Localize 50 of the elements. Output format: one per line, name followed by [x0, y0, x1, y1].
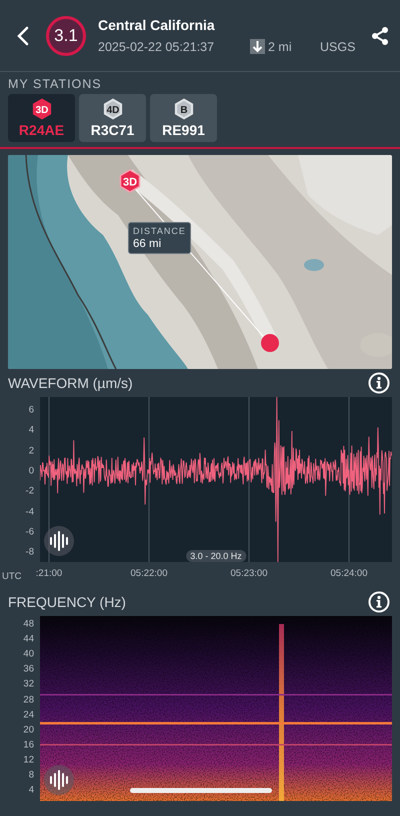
axis-tick-label: 05:22:00 — [130, 568, 168, 579]
station-badge: B — [172, 98, 194, 120]
axis-tick-label: 28 — [23, 694, 34, 705]
axis-tick-label: :21:00 — [36, 568, 62, 579]
station-tab[interactable]: 4D R3C71 — [79, 94, 146, 142]
axis-tick-label: 12 — [23, 754, 34, 766]
station-tab[interactable]: 3D R24AE — [8, 94, 75, 142]
axis-tick-label: 4 — [28, 784, 34, 796]
filter-label: 3.0 - 20.0 Hz — [186, 550, 246, 562]
axis-tick-label: -6 — [26, 526, 34, 538]
station-badge: 4D — [102, 98, 124, 120]
axis-tick-label: 24 — [23, 709, 34, 720]
source-label: USGS — [320, 40, 356, 54]
info-icon[interactable] — [368, 591, 390, 613]
depth-icon — [250, 39, 265, 54]
section-label: MY STATIONS — [7, 76, 103, 93]
axis-tick-label: 6 — [28, 404, 34, 416]
axis-tick-label: 48 — [23, 618, 34, 630]
axis-tick-label: -8 — [26, 546, 34, 558]
axis-tick-label: 4 — [28, 424, 34, 436]
axis-tick-label: 20 — [23, 724, 34, 736]
axis-tick-label: -4 — [26, 506, 34, 517]
distance-label: DISTANCE — [133, 226, 186, 236]
share-icon[interactable] — [370, 26, 390, 46]
axis-tick-label: 44 — [23, 634, 34, 645]
waveform-icon[interactable] — [44, 526, 74, 556]
event-datetime: 2025-02-22 05:21:37 — [98, 40, 216, 54]
axis-label: UTC — [2, 571, 22, 582]
waveform-icon[interactable] — [44, 765, 74, 795]
axis-tick-label: 36 — [23, 664, 34, 675]
event-title: Central California — [98, 17, 216, 33]
info-icon[interactable] — [368, 372, 390, 394]
axis-tick-label: 05:23:00 — [230, 568, 268, 579]
station-marker: 3D — [120, 169, 140, 193]
axis-tick-label: 40 — [23, 648, 34, 660]
section-title: FREQUENCY (Hz) — [8, 594, 126, 610]
axis-tick-label: 8 — [28, 770, 34, 780]
magnitude-badge: 3.1 — [46, 16, 86, 56]
axis-tick-label: 0 — [28, 465, 34, 476]
axis-tick-label: 16 — [23, 739, 34, 750]
epicenter-marker — [261, 334, 279, 352]
station-tab[interactable]: B RE991 — [150, 94, 217, 142]
distance-value: 66 mi — [133, 238, 162, 250]
depth-value: 2 mi — [268, 40, 292, 54]
axis-tick-label: 05:24:00 — [330, 568, 368, 579]
axis-tick-label: 32 — [23, 678, 34, 690]
section-title: WAVEFORM (µm/s) — [8, 375, 133, 391]
axis-tick-label: -2 — [26, 486, 34, 497]
axis-tick-label: 2 — [28, 445, 34, 456]
station-badge: 3D — [30, 98, 52, 120]
